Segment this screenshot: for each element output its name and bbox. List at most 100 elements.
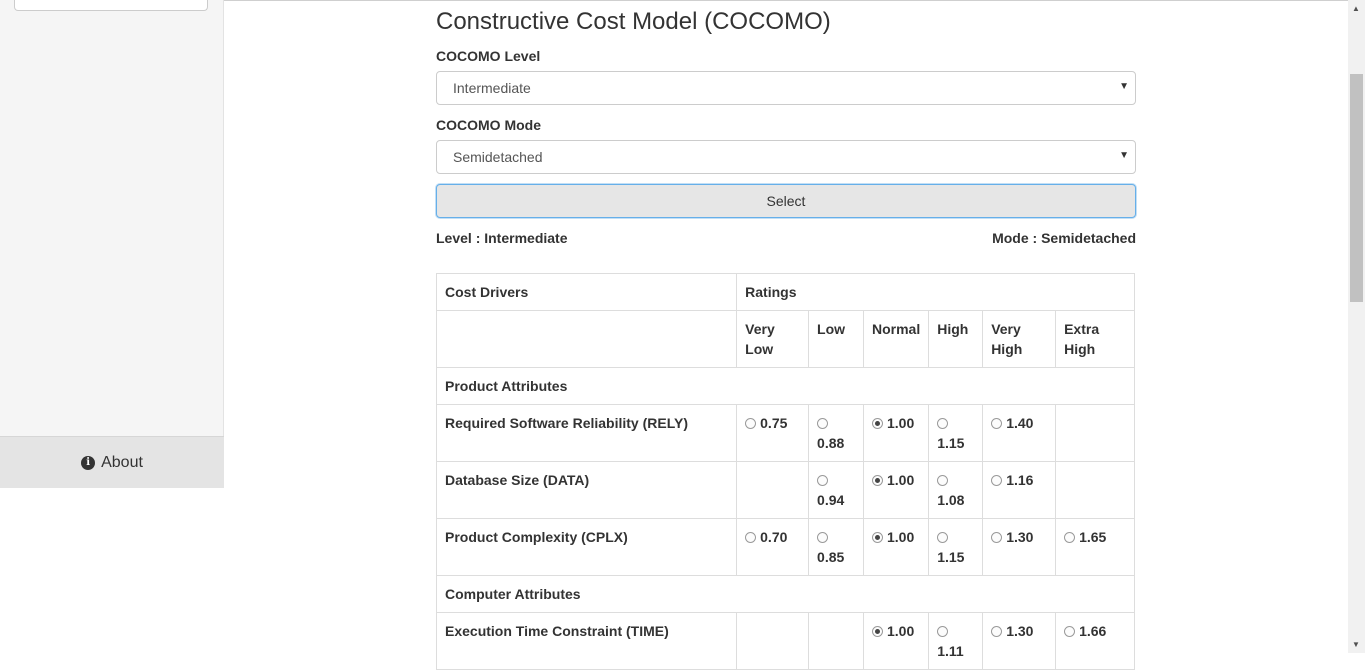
rating-radio[interactable]: [817, 532, 829, 543]
rating-cell: 1.00: [862, 518, 930, 576]
cocomo-level-select[interactable]: Intermediate ▼: [436, 71, 1136, 105]
sidebar-search-input[interactable]: [14, 0, 208, 11]
table-header-row: Cost Drivers Ratings: [435, 273, 1135, 311]
rating-value: 1.08: [937, 492, 965, 508]
group-row: Product Attributes: [436, 367, 1135, 405]
rating-header: Low: [808, 310, 864, 368]
rating-cell: [736, 461, 810, 519]
header-ratings: Ratings: [736, 273, 1135, 311]
cost-driver-name: Required Software Reliability (RELY): [435, 404, 738, 462]
rating-cell: 1.11: [928, 612, 984, 670]
table-row: Execution Time Constraint (TIME) 1.00 1.11…: [435, 612, 1135, 670]
cost-driver-name: Database Size (DATA): [435, 461, 738, 519]
cost-driver-name: Execution Time Constraint (TIME): [435, 612, 738, 670]
rating-cell: 1.15: [928, 404, 984, 462]
rating-cell: 1.00: [862, 612, 930, 670]
rating-value: 1.15: [937, 435, 965, 451]
rating-radio[interactable]: [871, 475, 883, 486]
rating-radio[interactable]: [1064, 626, 1076, 637]
rating-cell: 1.16: [982, 461, 1057, 519]
rating-cell: 0.70: [736, 518, 810, 576]
rating-radio[interactable]: [991, 532, 1003, 543]
rating-radio[interactable]: [1064, 532, 1076, 543]
rating-cell: 0.85: [808, 518, 864, 576]
about-link[interactable]: i About: [0, 436, 224, 488]
group-title: Product Attributes: [436, 367, 1135, 405]
rating-value: 1.65: [1079, 529, 1107, 545]
about-label: About: [101, 453, 143, 471]
rating-cell: [808, 612, 864, 670]
cost-drivers-table: Cost Drivers Ratings Very Low Low Normal…: [435, 273, 1135, 670]
rating-cell: 0.94: [808, 461, 864, 519]
ratings-header-row: Very Low Low Normal High Very High Extra…: [435, 310, 1135, 368]
rating-value: 0.94: [817, 492, 845, 508]
rating-cell: 1.00: [862, 404, 930, 462]
rating-cell: 1.65: [1055, 518, 1135, 576]
rating-value: 0.88: [817, 435, 845, 451]
rating-header: High: [928, 310, 984, 368]
rating-radio[interactable]: [937, 475, 949, 486]
group-title: Computer Attributes: [436, 575, 1135, 613]
mode-summary: Mode : Semidetached: [992, 230, 1136, 246]
rating-value: 1.30: [1006, 623, 1034, 639]
rating-value: 0.70: [760, 529, 788, 545]
rating-cell: 1.00: [862, 461, 930, 519]
level-summary: Level : Intermediate: [436, 230, 568, 246]
header-cost-drivers: Cost Drivers: [435, 273, 738, 311]
rating-cell: 0.75: [736, 404, 810, 462]
rating-radio[interactable]: [817, 475, 829, 486]
rating-value: 1.00: [886, 529, 915, 545]
select-button[interactable]: Select: [436, 184, 1136, 218]
rating-radio[interactable]: [871, 626, 883, 637]
dropdown-arrow-icon: ▼: [1119, 150, 1129, 161]
rating-header: Normal: [862, 310, 930, 368]
scroll-down-arrow-icon[interactable]: ▼: [1352, 640, 1360, 649]
rating-radio[interactable]: [937, 418, 949, 429]
rating-cell: 1.66: [1055, 612, 1135, 670]
empty-cell: [435, 310, 738, 368]
table-row: Product Complexity (CPLX) 0.70 0.85 1.00 1.1…: [435, 518, 1135, 576]
vertical-scrollbar[interactable]: ▲ ▼: [1348, 0, 1365, 653]
table-row: Database Size (DATA) 0.94 1.00 1.08 1.16: [435, 461, 1135, 519]
rating-radio[interactable]: [871, 418, 883, 429]
rating-value: 0.75: [760, 415, 788, 431]
cost-driver-name: Product Complexity (CPLX): [435, 518, 738, 576]
rating-header: Extra High: [1055, 310, 1135, 368]
rating-radio[interactable]: [991, 418, 1003, 429]
rating-radio[interactable]: [991, 475, 1003, 486]
table-row: Required Software Reliability (RELY) 0.75…: [435, 404, 1135, 462]
rating-value: 1.16: [1006, 472, 1034, 488]
rating-cell: 1.40: [982, 404, 1057, 462]
cocomo-mode-value: Semidetached: [453, 149, 543, 165]
rating-radio[interactable]: [937, 532, 949, 543]
rating-value: 1.00: [886, 623, 915, 639]
scroll-thumb[interactable]: [1350, 74, 1363, 302]
rating-header: Very Low: [736, 310, 810, 368]
rating-value: 1.11: [937, 643, 964, 659]
rating-cell: [1055, 461, 1135, 519]
rating-cell: 1.30: [982, 518, 1057, 576]
cost-drivers-body: Product Attributes Required Software Reli…: [435, 367, 1135, 670]
rating-radio[interactable]: [745, 418, 757, 429]
rating-header: Very High: [982, 310, 1057, 368]
cocomo-mode-select[interactable]: Semidetached ▼: [436, 140, 1136, 174]
rating-value: 0.85: [817, 549, 845, 565]
rating-value: 1.40: [1006, 415, 1034, 431]
scroll-up-arrow-icon[interactable]: ▲: [1352, 4, 1360, 13]
cocomo-level-label: COCOMO Level: [436, 48, 541, 64]
rating-radio[interactable]: [991, 626, 1003, 637]
page-title: Constructive Cost Model (COCOMO): [436, 8, 831, 35]
rating-radio[interactable]: [937, 626, 949, 637]
rating-cell: [736, 612, 810, 670]
cocomo-level-value: Intermediate: [453, 80, 531, 96]
rating-radio[interactable]: [745, 532, 757, 543]
rating-radio[interactable]: [817, 418, 829, 429]
rating-value: 1.30: [1006, 529, 1034, 545]
rating-value: 1.00: [886, 472, 915, 488]
dropdown-arrow-icon: ▼: [1119, 81, 1129, 92]
rating-value: 1.66: [1079, 623, 1107, 639]
rating-radio[interactable]: [871, 532, 883, 543]
info-icon: i: [81, 455, 96, 470]
sidebar: i About: [0, 0, 224, 488]
rating-cell: [1055, 404, 1135, 462]
